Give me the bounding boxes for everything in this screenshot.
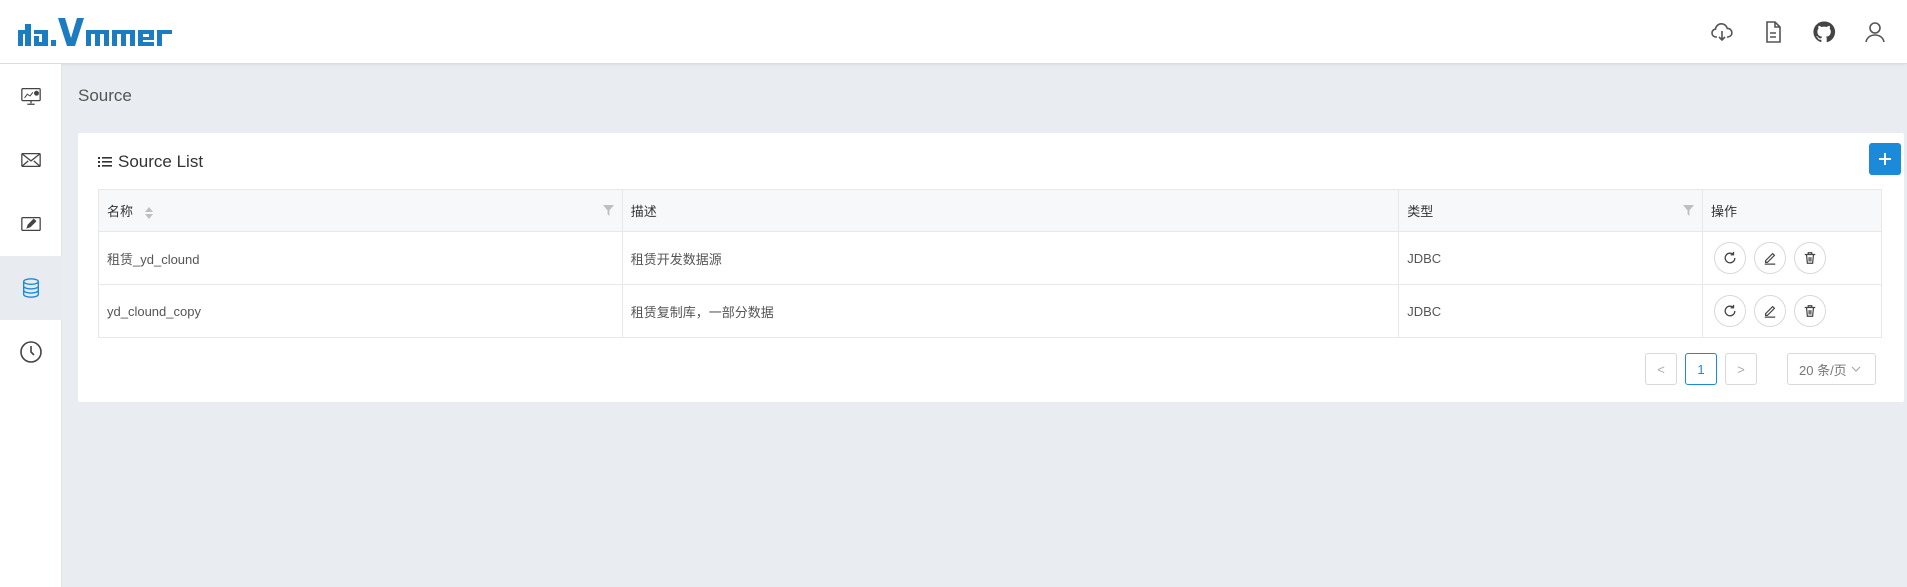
filter-icon[interactable] bbox=[1683, 205, 1694, 216]
edit-button[interactable] bbox=[1754, 295, 1786, 327]
cell-name: yd_clound_copy bbox=[98, 284, 623, 338]
user-icon[interactable] bbox=[1861, 18, 1889, 46]
sidebar-item-widget[interactable] bbox=[0, 128, 62, 192]
delete-button[interactable] bbox=[1794, 295, 1826, 327]
reload-button[interactable] bbox=[1714, 242, 1746, 274]
prev-page-button[interactable]: < bbox=[1645, 353, 1677, 385]
page-number-button[interactable]: 1 bbox=[1685, 353, 1717, 385]
download-cloud-icon[interactable] bbox=[1708, 18, 1736, 46]
filter-icon[interactable] bbox=[602, 205, 614, 216]
widget-icon bbox=[21, 152, 41, 168]
plus-icon bbox=[1879, 153, 1891, 165]
davinci-logo[interactable] bbox=[18, 16, 178, 48]
table-header-row: 名称 描述 类型 操作 bbox=[98, 189, 1882, 232]
table-row: yd_clound_copy 租赁复制库，一部分数据 JDBC bbox=[98, 284, 1882, 338]
list-icon bbox=[98, 157, 112, 167]
clock-schedule-icon bbox=[20, 341, 42, 363]
cell-type: JDBC bbox=[1398, 284, 1703, 338]
column-header-type[interactable]: 类型 bbox=[1398, 189, 1703, 232]
cell-description: 租赁开发数据源 bbox=[621, 231, 1400, 285]
view-editor-icon bbox=[21, 216, 41, 232]
chevron-down-icon bbox=[1851, 366, 1861, 372]
trash-icon bbox=[1804, 252, 1816, 264]
sidebar bbox=[0, 64, 62, 587]
database-icon bbox=[22, 278, 40, 298]
cell-actions bbox=[1702, 231, 1882, 285]
pagination: < 1 > 20 条/页 bbox=[1645, 353, 1876, 385]
column-header-actions: 操作 bbox=[1702, 189, 1882, 232]
document-icon[interactable] bbox=[1759, 18, 1787, 46]
sidebar-item-dashboard[interactable] bbox=[0, 64, 62, 128]
sidebar-item-source[interactable] bbox=[0, 256, 62, 320]
edit-icon bbox=[1764, 305, 1776, 318]
add-source-button[interactable] bbox=[1869, 143, 1901, 175]
cell-name: 租赁_yd_clound bbox=[98, 231, 623, 285]
next-page-button[interactable]: > bbox=[1725, 353, 1757, 385]
edit-icon bbox=[1764, 252, 1776, 265]
source-list-card: Source List 名称 描述 类型 操作 租赁_yd_clound 租赁开… bbox=[78, 133, 1904, 402]
sort-icon[interactable] bbox=[144, 206, 153, 219]
cell-actions bbox=[1702, 284, 1882, 338]
sidebar-item-schedule[interactable] bbox=[0, 320, 62, 384]
reload-button[interactable] bbox=[1714, 295, 1746, 327]
column-header-name[interactable]: 名称 bbox=[98, 189, 623, 232]
reload-icon bbox=[1724, 251, 1736, 264]
cell-description: 租赁复制库，一部分数据 bbox=[621, 284, 1400, 338]
delete-button[interactable] bbox=[1794, 242, 1826, 274]
trash-icon bbox=[1804, 305, 1816, 317]
table-row: 租赁_yd_clound 租赁开发数据源 JDBC bbox=[98, 231, 1882, 285]
page-size-value: 20 条/页 bbox=[1799, 362, 1847, 378]
column-header-description: 描述 bbox=[621, 189, 1400, 232]
page-title: Source bbox=[78, 86, 132, 105]
edit-button[interactable] bbox=[1754, 242, 1786, 274]
cell-type: JDBC bbox=[1398, 231, 1703, 285]
top-header bbox=[0, 0, 1907, 64]
card-title: Source List bbox=[98, 152, 203, 172]
sidebar-item-view-editor[interactable] bbox=[0, 192, 62, 256]
page-size-select[interactable]: 20 条/页 bbox=[1787, 353, 1876, 385]
reload-icon bbox=[1724, 304, 1736, 317]
source-table: 名称 描述 类型 操作 租赁_yd_clound 租赁开发数据源 JDBC yd… bbox=[98, 189, 1882, 338]
card-title-label: Source List bbox=[118, 152, 204, 171]
dashboard-monitor-icon bbox=[21, 88, 41, 105]
github-icon[interactable] bbox=[1810, 18, 1838, 46]
